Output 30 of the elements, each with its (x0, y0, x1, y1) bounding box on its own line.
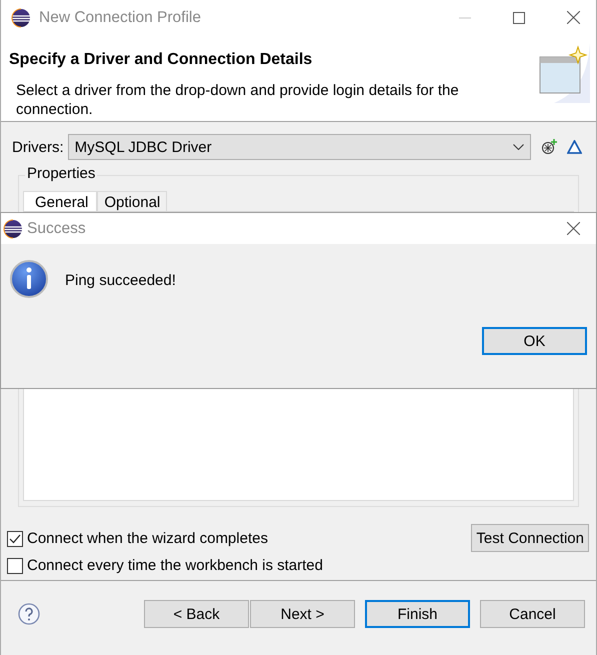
checkbox-label: Connect when the wizard completes (27, 530, 268, 547)
triangle-icon[interactable] (566, 140, 582, 154)
maximize-icon[interactable] (513, 12, 525, 24)
close-icon[interactable] (566, 11, 580, 24)
wizard-button[interactable]: Next > (250, 600, 355, 628)
checkbox[interactable] (7, 530, 23, 546)
help-icon[interactable] (18, 603, 40, 625)
tab[interactable]: Optional (97, 191, 168, 211)
close-icon[interactable] (566, 222, 580, 235)
tab[interactable]: General (23, 191, 98, 211)
drivers-dropdown[interactable]: MySQL JDBC Driver (68, 134, 531, 160)
dialog-message: Ping succeeded! (65, 272, 176, 291)
checkbox[interactable] (7, 558, 23, 574)
page-title: Specify a Driver and Connection Details (9, 51, 314, 69)
checkbox-label: Connect every time the workbench is started (27, 557, 323, 574)
chevron-down-icon (512, 144, 524, 150)
app-logo-icon (11, 8, 31, 28)
properties-label: Properties (25, 165, 98, 182)
page-description: Select a driver from the drop-down and provide login details for the connection. (16, 81, 460, 119)
dialog-title: Success (27, 220, 87, 238)
wizard-window-icon (538, 43, 590, 103)
wizard-button[interactable]: < Back (144, 600, 249, 628)
info-icon (9, 259, 49, 299)
wizard-button[interactable]: Cancel (480, 600, 585, 628)
new-driver-icon[interactable] (540, 139, 557, 155)
wizard-button[interactable]: Finish (365, 600, 470, 628)
window-title: New Connection Profile (39, 8, 202, 26)
ok-button[interactable]: OK (482, 327, 587, 355)
test-connection-button[interactable]: Test Connection (471, 524, 589, 552)
drivers-label: Drivers: (12, 138, 64, 156)
